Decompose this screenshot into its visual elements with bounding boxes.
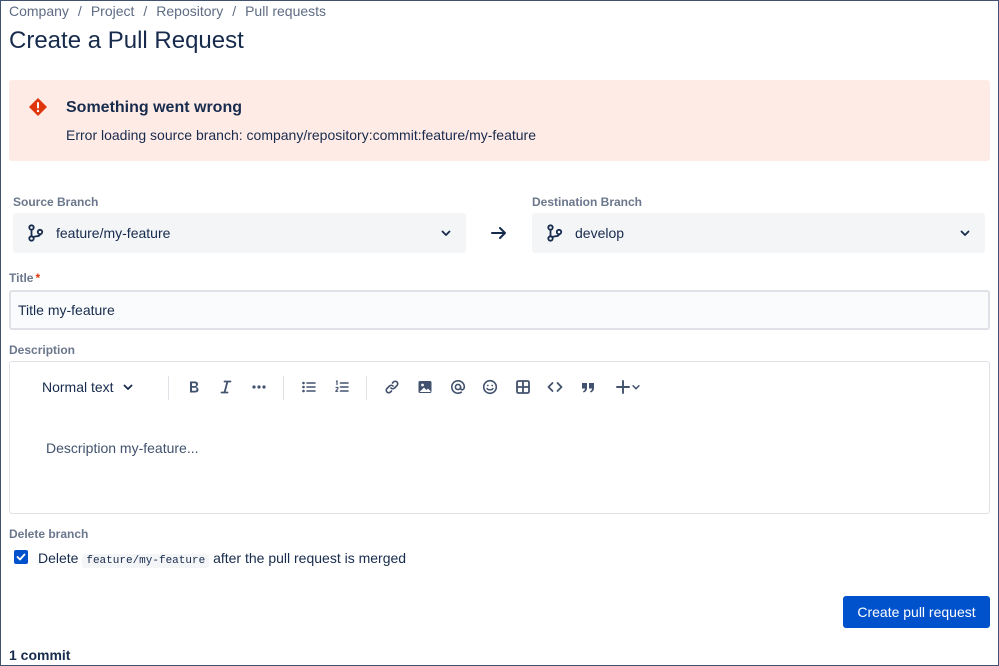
bold-icon [190,381,199,393]
italic-icon [220,380,232,394]
create-pull-request-button[interactable]: Create pull request [843,596,990,628]
delete-branch-label: Delete branch [9,527,89,541]
destination-branch-value: develop [575,225,625,241]
check-icon [16,553,26,561]
branch-code: feature/my-feature [82,554,210,568]
destination-branch-select[interactable]: develop [532,213,985,253]
toolbar-divider [283,376,284,400]
arrow-right-icon [491,227,506,239]
toolbar-divider [168,376,169,400]
code-button[interactable] [545,375,565,399]
quote-icon [582,383,594,393]
emoji-icon [482,379,498,395]
breadcrumb-pull-requests[interactable]: Pull requests [245,3,326,19]
commit-count: 1 commit [9,647,71,663]
bullet-list-icon [302,381,316,393]
chevron-down-icon [441,230,451,236]
bullet-list-button[interactable] [299,375,319,399]
link-button[interactable] [382,375,402,399]
toolbar-divider [366,376,367,400]
numbered-list-button[interactable] [332,375,352,399]
warning-icon [29,98,47,116]
breadcrumb-project[interactable]: Project [91,3,135,19]
chevron-down-icon [632,385,640,390]
quote-button[interactable] [578,375,598,399]
title-input[interactable] [9,290,990,330]
link-icon [385,380,399,394]
image-icon [418,381,432,393]
more-formatting-button[interactable] [249,375,269,399]
text-style-dropdown[interactable]: Normal text [42,379,134,395]
breadcrumb: Company / Project / Repository / Pull re… [9,3,326,19]
mention-button[interactable] [448,375,468,399]
branch-icon [547,224,563,242]
chevron-down-icon [123,384,132,390]
editor-toolbar: Normal text [10,362,989,412]
breadcrumb-company[interactable]: Company [9,3,69,19]
numbered-list-icon [335,380,349,392]
source-branch-label: Source Branch [13,195,99,209]
description-editor[interactable]: Normal text Description my-feature... [9,361,990,514]
breadcrumb-separator: / [143,3,148,19]
error-banner: Something went wrong Error loading sourc… [9,80,990,161]
table-icon [516,380,530,394]
plus-icon [616,380,630,394]
source-branch-value: feature/my-feature [56,225,171,241]
description-placeholder: Description my-feature... [46,440,199,456]
title-label: Title * [9,271,40,285]
more-icon [252,385,266,389]
italic-button[interactable] [216,375,236,399]
code-icon [547,382,563,392]
breadcrumb-separator: / [77,3,82,19]
title-label-text: Title [9,271,34,285]
text-style-label: Normal text [42,379,114,395]
emoji-button[interactable] [480,375,500,399]
error-message: Error loading source branch: company/rep… [66,127,536,143]
image-button[interactable] [415,375,435,399]
mention-icon [450,379,466,395]
breadcrumb-repository[interactable]: Repository [156,3,223,19]
branch-icon [28,224,44,242]
delete-branch-checkbox[interactable] [14,550,28,564]
description-label: Description [9,343,76,357]
page-title: Create a Pull Request [9,27,244,54]
destination-branch-label: Destination Branch [532,195,643,209]
insert-menu-button[interactable] [612,375,644,399]
delete-text-before: Delete [38,550,79,566]
source-branch-select[interactable]: feature/my-feature [13,213,466,253]
delete-text-after: after the pull request is merged [213,550,407,566]
chevron-down-icon [960,230,970,236]
required-mark: * [35,271,41,285]
bold-button[interactable] [184,375,204,399]
breadcrumb-separator: / [232,3,237,19]
error-title: Something went wrong [66,99,242,116]
delete-branch-text: Delete feature/my-feature after the pull… [38,550,407,568]
table-button[interactable] [513,375,533,399]
